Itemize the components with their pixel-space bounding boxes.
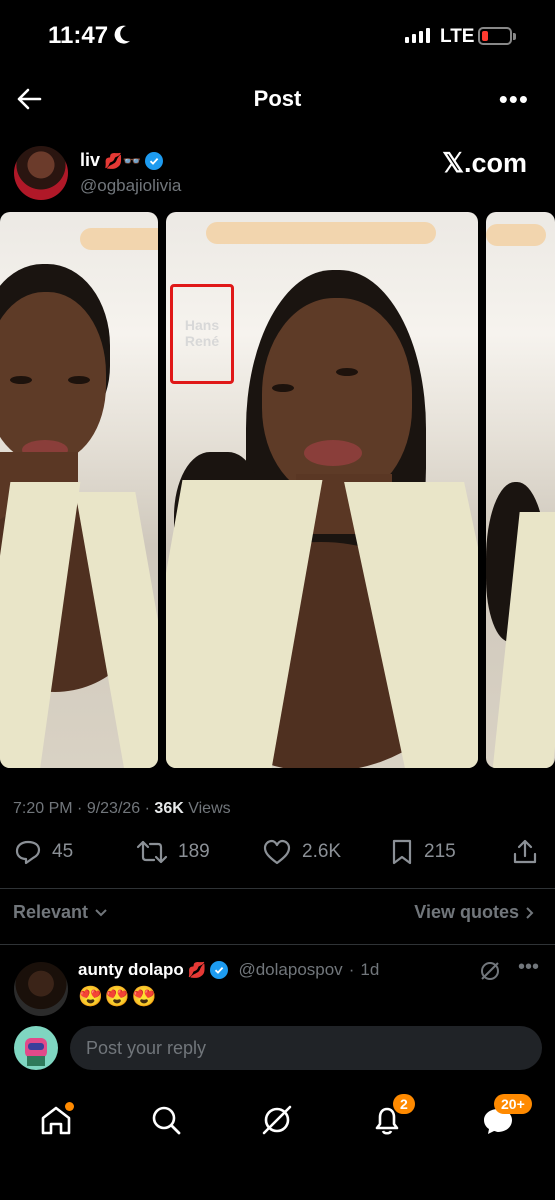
post-meta: 7:20 PM · 9/23/26 · 36K Views — [13, 800, 231, 817]
reply-button[interactable]: 45 — [14, 838, 73, 866]
photo-previous[interactable] — [0, 212, 158, 768]
like-button[interactable]: 2.6K — [262, 838, 341, 866]
author-name-emoji: 💋👓 — [104, 152, 142, 170]
share-button[interactable] — [512, 838, 538, 866]
sort-label: Relevant — [13, 902, 89, 922]
author-name-row[interactable]: liv 💋👓 — [80, 150, 164, 171]
photo-current[interactable]: Hans René — [166, 212, 478, 768]
sign-annotation: Hans René — [170, 284, 234, 384]
share-icon — [513, 839, 537, 864]
reply-separator: · — [348, 960, 355, 979]
more-options-icon[interactable]: ••• — [499, 84, 529, 115]
bottom-tab-bar: 2 20+ — [0, 1082, 555, 1200]
repost-icon — [136, 840, 168, 864]
tab-search[interactable] — [146, 1100, 186, 1140]
search-icon — [152, 1106, 181, 1135]
tab-messages[interactable]: 20+ — [478, 1094, 532, 1140]
reply-input[interactable] — [70, 1026, 542, 1070]
views-count: 36K — [154, 800, 184, 817]
author-name: liv — [80, 150, 101, 170]
repost-button[interactable]: 189 — [136, 838, 210, 866]
tab-grok[interactable] — [257, 1100, 297, 1140]
bookmark-button[interactable]: 215 — [390, 838, 456, 866]
x-watermark: 𝕏.com — [442, 148, 527, 178]
verified-badge-icon — [210, 961, 229, 979]
reply-author-name[interactable]: aunty dolapo — [78, 960, 184, 980]
reply-item[interactable]: aunty dolapo 💋 @dolapospov · 1d 😍😍😍 ••• — [0, 956, 555, 1016]
notifications-badge: 2 — [393, 1094, 415, 1114]
sort-replies-dropdown[interactable]: Relevant — [13, 902, 108, 923]
reply-avatar[interactable] — [14, 962, 68, 1016]
reply-text: 😍😍😍 — [78, 986, 159, 1008]
bookmark-count: 215 — [424, 841, 456, 862]
view-quotes-link[interactable]: View quotes — [414, 902, 535, 923]
repost-count: 189 — [178, 841, 210, 862]
messages-badge: 20+ — [494, 1094, 532, 1114]
tab-notifications[interactable]: 2 — [367, 1094, 415, 1140]
status-bar: 11:47 LTE — [0, 0, 555, 74]
battery-icon — [478, 27, 516, 45]
verified-badge-icon — [145, 151, 164, 170]
heart-icon — [263, 839, 291, 865]
reply-composer — [0, 1016, 555, 1082]
network-label: LTE — [440, 26, 475, 47]
page-title: Post — [253, 86, 302, 111]
reply-icon — [15, 840, 41, 865]
tab-home[interactable] — [36, 1100, 76, 1140]
author-handle[interactable]: @ogbajiolivia — [80, 176, 181, 196]
status-time: 11:47 — [48, 22, 109, 49]
bookmark-icon — [392, 839, 412, 865]
reply-more-icon[interactable]: ••• — [518, 956, 539, 979]
divider — [0, 888, 555, 889]
home-notification-dot — [65, 1102, 74, 1111]
post-time: 7:20 PM — [13, 800, 73, 817]
sign-text: Hans René — [184, 317, 220, 349]
grok-icon[interactable] — [479, 960, 501, 982]
moon-icon — [114, 25, 130, 44]
views-label: Views — [188, 800, 231, 817]
my-avatar[interactable] — [14, 1026, 58, 1070]
media-carousel[interactable]: Hans René — [0, 212, 555, 768]
photo-next[interactable] — [486, 212, 555, 768]
post-actions: 45 189 2.6K 215 — [0, 838, 555, 878]
chevron-right-icon — [526, 906, 534, 919]
reply-time: 1d — [360, 960, 380, 979]
top-nav: Post ••• — [0, 74, 555, 124]
grok-icon — [262, 1105, 292, 1135]
post-author: liv 💋👓 @ogbajiolivia 𝕏.com — [0, 144, 555, 204]
reply-header: aunty dolapo 💋 @dolapospov · 1d — [78, 960, 379, 980]
signal-icon — [405, 28, 430, 43]
view-quotes-label: View quotes — [414, 902, 519, 922]
author-avatar[interactable] — [14, 146, 68, 200]
like-count: 2.6K — [302, 841, 342, 862]
reply-handle[interactable]: @dolapospov — [238, 960, 342, 980]
reply-count: 45 — [52, 841, 74, 862]
divider — [0, 944, 555, 945]
post-date: 9/23/26 — [86, 800, 141, 817]
reply-name-emoji: 💋 — [187, 962, 207, 979]
chevron-down-icon — [95, 908, 107, 916]
